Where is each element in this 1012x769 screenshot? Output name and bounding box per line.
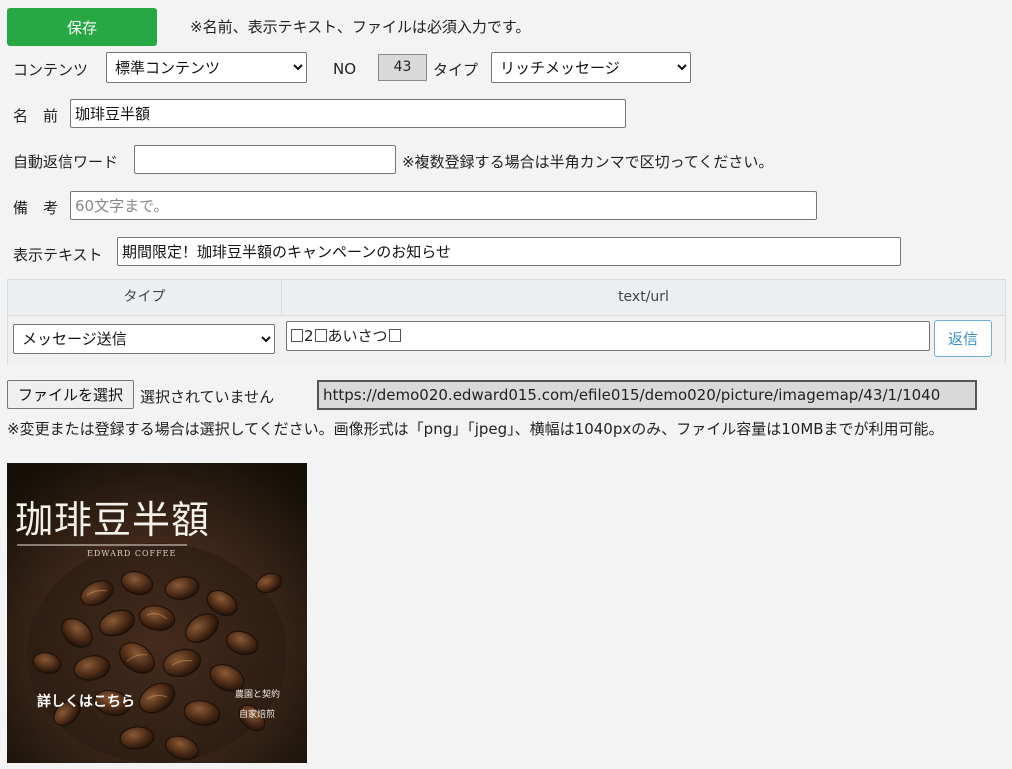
type-label: タイプ (433, 61, 479, 79)
preview-cta: 詳しくはこちら (37, 694, 135, 710)
no-label: NO (333, 60, 357, 78)
action-text-part: あいさつ (327, 327, 388, 345)
display-text-input[interactable] (117, 237, 901, 266)
file-note: ※変更または登録する場合は選択してください。画像形式は「png」「jpeg」、横… (7, 420, 944, 438)
table-header-type: タイプ (8, 280, 282, 315)
autoreply-input[interactable] (134, 145, 396, 174)
autoreply-note: ※複数登録する場合は半角カンマで区切ってください。 (402, 153, 774, 171)
preview-title: 珈琲豆半額 (15, 498, 211, 542)
autoreply-label: 自動返信ワード (13, 153, 119, 171)
placeholder-box-icon (388, 329, 401, 342)
choose-file-button[interactable]: ファイルを選択 (7, 380, 134, 409)
action-text-input[interactable]: 2 あいさつ (286, 321, 930, 351)
action-text-part: 2 (304, 327, 314, 345)
file-status: 選択されていません (140, 388, 275, 406)
file-url-field: https://demo020.edward015.com/efile015/d… (317, 380, 977, 410)
action-type-select[interactable]: メッセージ送信 (13, 324, 275, 354)
name-label: 名 前 (13, 107, 59, 125)
no-value: 43 (378, 54, 427, 81)
remarks-label: 備 考 (13, 199, 59, 217)
reply-button[interactable]: 返信 (934, 320, 992, 357)
content-select[interactable]: 標準コンテンツ (106, 52, 307, 83)
save-button[interactable]: 保存 (7, 8, 157, 46)
display-text-label: 表示テキスト (13, 246, 103, 264)
imagemap-preview: 珈琲豆半額 EDWARD COFFEE 詳しくはこちら 農園と契約 自家焙煎 (7, 463, 307, 763)
placeholder-box-icon (291, 329, 303, 342)
table-header-text-url: text/url (618, 289, 669, 305)
type-select[interactable]: リッチメッセージ (491, 52, 691, 83)
remarks-input[interactable] (70, 191, 817, 220)
required-fields-note: ※名前、表示テキスト、ファイルは必須入力です。 (190, 18, 531, 36)
preview-subtitle: EDWARD COFFEE (87, 549, 177, 558)
preview-tag: 農園と契約 (235, 690, 281, 700)
content-label: コンテンツ (13, 61, 89, 79)
name-input[interactable] (70, 99, 626, 128)
preview-tag: 自家焙煎 (239, 710, 276, 720)
placeholder-box-icon (314, 329, 327, 342)
